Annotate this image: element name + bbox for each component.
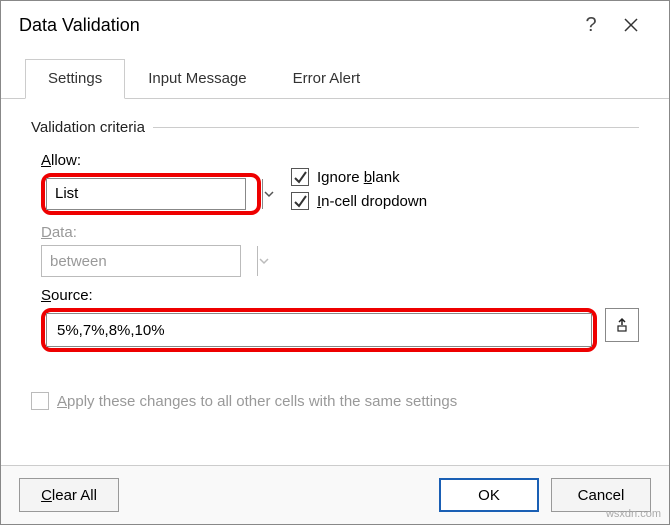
tab-error-alert[interactable]: Error Alert [270,59,384,98]
ok-button[interactable]: OK [439,478,539,512]
data-input [42,246,257,276]
criteria-legend: Validation criteria [31,119,145,136]
allow-input[interactable] [47,179,262,209]
range-selector-button[interactable] [605,308,639,342]
source-label: Source: [41,287,639,304]
watermark: wsxdn.com [606,508,661,520]
data-dropdown-arrow [257,246,270,276]
ignore-blank-label: Ignore blank [317,169,400,186]
ignore-blank-checkbox[interactable]: Ignore blank [291,168,427,186]
data-validation-dialog: Data Validation ? Settings Input Message… [0,0,670,525]
allow-row: Allow: I [41,150,639,216]
checkmark-icon [293,170,307,184]
apply-same-checkbox: Apply these changes to all other cells w… [31,392,639,410]
data-combo [41,245,241,277]
clear-all-button[interactable]: Clear All [19,478,119,512]
source-box [46,313,592,347]
footer: Clear All OK Cancel [1,465,669,524]
allow-highlight [41,173,261,215]
checkbox-icon [31,392,49,410]
data-row: Data: [41,224,639,277]
data-label: Data: [41,224,639,241]
tab-settings[interactable]: Settings [25,59,125,99]
allow-label: Allow: [41,152,261,169]
dialog-title: Data Validation [19,15,571,36]
checkmark-icon [293,194,307,208]
source-input[interactable] [47,314,591,346]
tab-strip: Settings Input Message Error Alert [1,59,669,99]
close-button[interactable] [611,17,651,33]
cancel-button[interactable]: Cancel [551,478,651,512]
range-selector-icon [614,317,630,333]
criteria-legend-row: Validation criteria [31,119,639,136]
allow-combo[interactable] [46,178,246,210]
tab-input-message[interactable]: Input Message [125,59,269,98]
help-button[interactable]: ? [571,14,611,37]
in-cell-dropdown-checkbox[interactable]: In-cell dropdown [291,192,427,210]
in-cell-dropdown-label: In-cell dropdown [317,193,427,210]
settings-panel: Validation criteria Allow: [1,99,669,465]
chevron-down-icon [258,255,270,267]
criteria-divider [153,127,639,128]
checkbox-icon [291,192,309,210]
source-highlight [41,308,597,352]
close-icon [623,17,639,33]
apply-same-label: Apply these changes to all other cells w… [57,393,457,410]
titlebar: Data Validation ? [1,1,669,49]
source-row: Source: [41,287,639,352]
checkbox-icon [291,168,309,186]
